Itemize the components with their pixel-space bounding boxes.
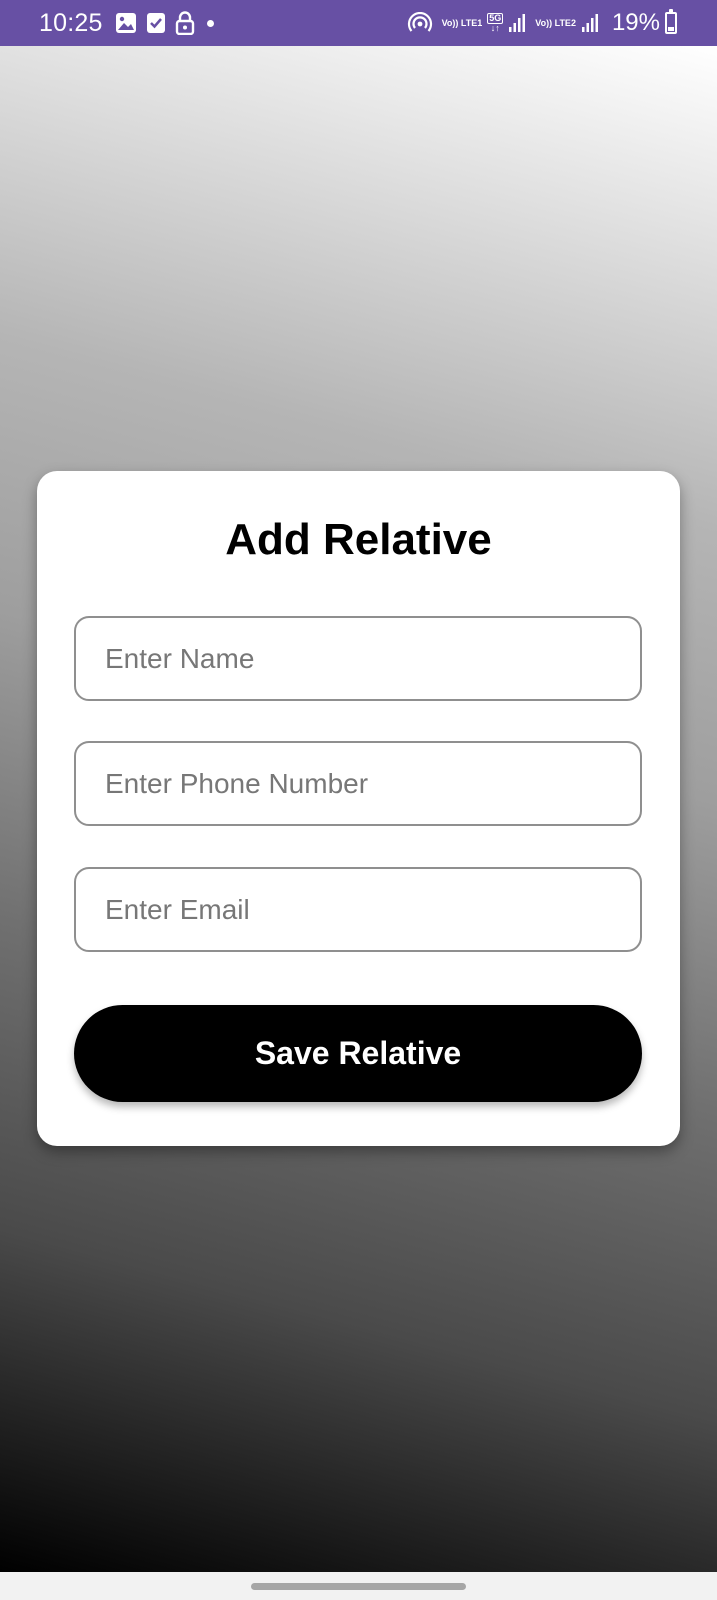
battery-percent: 19% <box>611 9 660 36</box>
status-bar-right: Vo)) LTE1 5G ↓↑ Vo)) LTE2 19% <box>407 9 677 37</box>
email-input[interactable] <box>74 867 642 952</box>
navigation-bar <box>0 1572 717 1600</box>
battery-icon <box>665 9 677 34</box>
home-gesture-handle[interactable] <box>251 1583 466 1590</box>
page-title: Add Relative <box>225 515 492 564</box>
dot-icon <box>206 19 214 27</box>
network-lte2: Vo)) LTE2 <box>535 17 576 28</box>
signal-icon <box>508 13 526 33</box>
lock-icon <box>175 11 195 35</box>
name-input[interactable] <box>74 616 642 701</box>
status-bar-left: 10:25 <box>39 9 214 38</box>
network-lte1: Vo)) LTE1 <box>441 17 483 28</box>
check-box-icon <box>146 12 166 34</box>
phone-number-input[interactable] <box>74 741 642 826</box>
network-5g-icon: 5G ↓↑ <box>487 13 504 33</box>
status-time: 10:25 <box>39 8 103 37</box>
status-bar: 10:25 Vo)) LTE1 5G ↓↑ Vo)) LTE2 19% <box>0 0 717 46</box>
save-relative-button[interactable]: Save Relative <box>74 1005 642 1102</box>
signal-icon <box>581 13 599 33</box>
add-relative-card: Add Relative Save Relative <box>37 471 680 1146</box>
image-icon <box>115 12 137 34</box>
hotspot-icon <box>407 12 433 34</box>
